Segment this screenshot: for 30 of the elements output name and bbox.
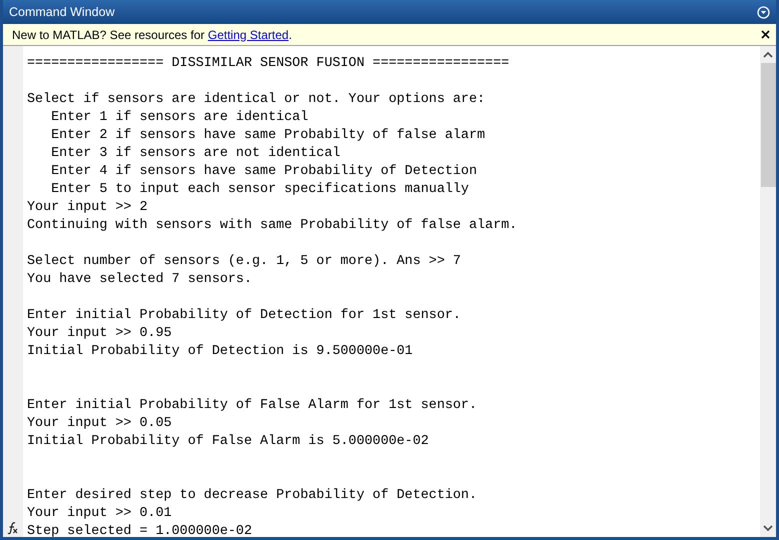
scroll-down-icon[interactable] [763,524,773,532]
console-line: Enter desired step to decrease Probability of Detection. [27,487,478,505]
window-title: Command Window [9,4,115,21]
banner-text: New to MATLAB? See resources for Getting Started. [12,26,292,44]
console-line: Enter 5 to input each sensor specifications manually [50,181,470,199]
console-line: Enter 2 if sensors have same Probabilty of false alarm [50,127,486,145]
scrollbar-thumb[interactable] [760,63,776,187]
scroll-up-icon[interactable] [763,51,773,59]
console-line: Select if sensors are identical or not. Your options are: [27,91,486,109]
console-line: Enter 3 if sensors are not identical [50,145,342,163]
scrollbar[interactable] [760,46,776,537]
close-icon[interactable] [761,30,770,39]
console-line: Select number of sensors (e.g. 1, 5 or more). Ans >> 7 [27,253,462,271]
console-line: Enter initial Probability of False Alarm for 1st sensor. [27,397,478,415]
dropdown-icon[interactable] [757,6,770,18]
console-line: Your input >> 2 [27,199,149,217]
console-line: Step selected = 1.000000e-02 [27,523,253,537]
console-line: Enter 1 if sensors are identical [50,109,310,127]
console-line: You have selected 7 sensors. [27,271,253,289]
console-line: ================= DISSIMILAR SENSOR FUSION ================= [27,55,510,73]
console-line: Enter 4 if sensors have same Probability of Detection [50,163,478,181]
getting-started-link[interactable]: Getting Started [208,28,289,42]
console-line: Enter initial Probability of Detection for 1st sensor. [27,307,462,325]
console-line: Your input >> 0.01 [27,505,173,523]
function-icon[interactable] [6,521,20,535]
console-line: Continuing with sensors with same Probability of false alarm. [27,217,518,235]
console-line: Your input >> 0.05 [27,415,173,433]
console-line: Initial Probability of False Alarm is 5.000000e-02 [27,433,430,451]
console-line: Your input >> 0.95 [27,325,173,343]
console-line: Initial Probability of Detection is 9.500000e-01 [27,343,414,361]
